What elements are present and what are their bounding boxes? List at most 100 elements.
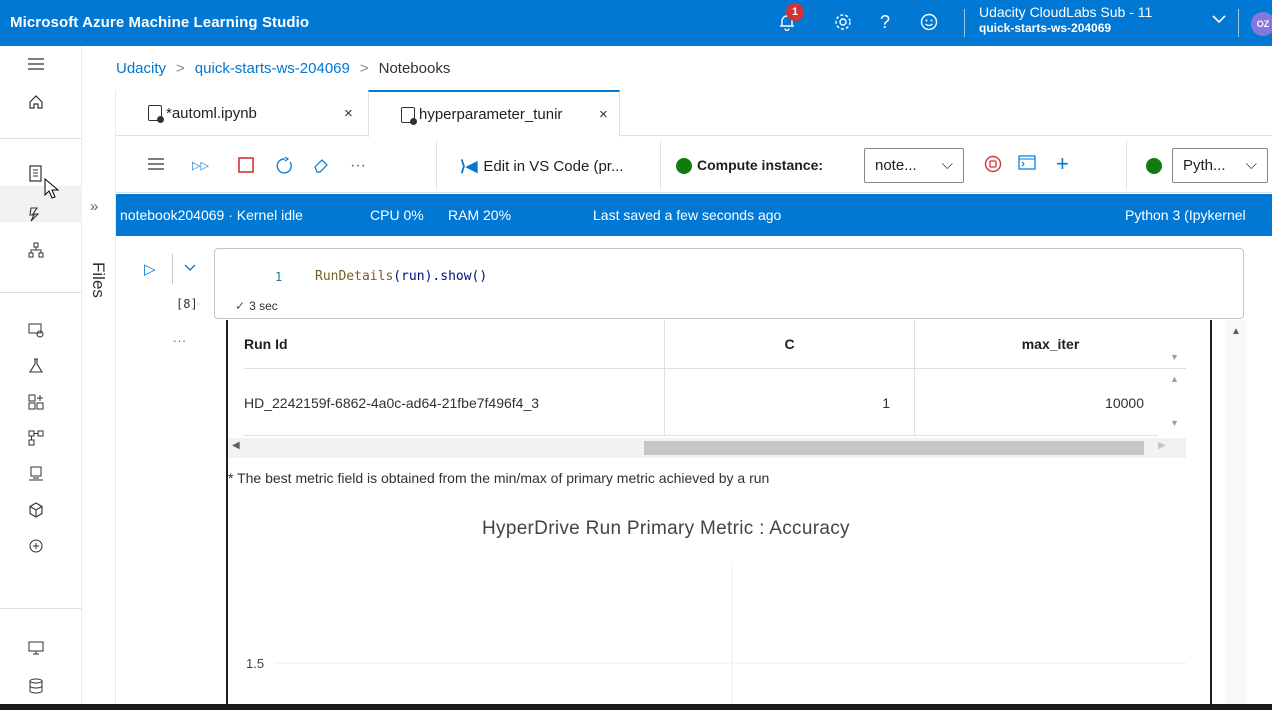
column-divider — [914, 320, 915, 436]
files-panel-label[interactable]: Files — [88, 262, 108, 298]
topbar-divider — [964, 9, 965, 37]
stop-compute-icon[interactable] — [984, 155, 1002, 178]
avatar[interactable]: OZ — [1251, 12, 1272, 36]
nav-divider — [0, 292, 82, 293]
stop-icon[interactable] — [238, 157, 254, 178]
compute-cube-icon[interactable] — [26, 500, 46, 520]
notebooks-icon[interactable] — [26, 164, 46, 184]
chart-title: HyperDrive Run Primary Metric : Accuracy — [482, 518, 850, 539]
compute-instance-label: Compute instance: — [676, 157, 823, 175]
output-vertical-scrollbar[interactable]: ▲ — [1226, 320, 1246, 710]
execution-time: ✓ 3 sec — [235, 299, 278, 313]
edit-in-vscode-button[interactable]: ⟩◀ Edit in VS Code (pr... — [460, 157, 623, 175]
breadcrumb-item-workspace[interactable]: quick-starts-ws-204069 — [195, 60, 350, 77]
best-metric-note: * The best metric field is obtained from… — [228, 470, 770, 486]
cell-control-divider — [172, 254, 173, 284]
more-options-icon[interactable]: ··· — [350, 157, 366, 175]
scroll-left-arrow-icon[interactable]: ◀ — [232, 440, 240, 451]
chevron-down-icon[interactable] — [1212, 11, 1226, 29]
chevron-down-icon: ⌵ — [941, 156, 953, 173]
home-icon[interactable] — [26, 92, 46, 112]
close-tab-icon[interactable]: × — [599, 106, 608, 123]
cpu-usage: CPU 0% — [370, 207, 424, 223]
table-cell-run-id[interactable]: HD_2242159f-6862-4a0c-ad64-21fbe7f496f4_… — [244, 370, 664, 436]
breadcrumb-item-notebooks: Notebooks — [378, 60, 451, 77]
output-more-icon[interactable]: ... — [173, 330, 187, 345]
kernel-dropdown[interactable]: Pyth... ⌵ — [1172, 148, 1268, 183]
app-title[interactable]: Microsoft Azure Machine Learning Studio — [10, 14, 309, 31]
restart-kernel-icon[interactable] — [276, 156, 294, 180]
scroll-up-arrow-icon[interactable]: ▲ — [1170, 374, 1179, 384]
designer-icon[interactable] — [26, 240, 46, 260]
help-icon[interactable]: ? — [874, 11, 896, 33]
table-horizontal-scrollbar[interactable]: ◀ ▶ — [228, 438, 1186, 458]
execution-count: [8] — [176, 297, 198, 311]
datastores-icon[interactable] — [26, 676, 46, 696]
breadcrumb-item-udacity[interactable]: Udacity — [116, 60, 166, 77]
notebook-tabs: *automl.ipynb × hyperparameter_tunir × — [116, 90, 1272, 137]
compute-instance-dropdown[interactable]: note... ⌵ — [864, 148, 964, 183]
kernel-dropdown-value: Pyth... — [1183, 157, 1226, 174]
breadcrumb-separator: > — [176, 60, 185, 77]
datasets-icon[interactable] — [26, 320, 46, 340]
outline-menu-icon[interactable] — [148, 157, 164, 176]
checkmark-icon: ✓ — [235, 299, 246, 313]
endpoints-icon[interactable] — [26, 464, 46, 484]
automated-ml-icon[interactable] — [26, 204, 46, 224]
linked-services-icon[interactable] — [26, 536, 46, 556]
nav-divider — [0, 608, 82, 609]
files-panel-collapsed — [82, 90, 116, 710]
vscode-icon: ⟩◀ — [460, 158, 478, 175]
hamburger-menu-icon[interactable] — [26, 54, 46, 74]
chevron-down-icon: ⌵ — [1245, 156, 1257, 173]
table-cell-max-iter: 10000 — [915, 370, 1158, 436]
code-cell-editor[interactable]: 1 RunDetails(run).show() ✓ 3 sec — [214, 248, 1244, 319]
tab-hyperparameter-tuning[interactable]: hyperparameter_tunir × — [368, 90, 620, 137]
tab-automl[interactable]: *automl.ipynb × — [148, 90, 368, 136]
top-bar: Microsoft Azure Machine Learning Studio … — [0, 0, 1272, 46]
feedback-smiley-icon[interactable] — [918, 11, 940, 33]
notebook-file-icon — [401, 106, 417, 125]
scroll-right-arrow-icon[interactable]: ▶ — [1158, 440, 1166, 451]
pipelines-icon[interactable] — [26, 392, 46, 412]
topbar-divider — [1238, 9, 1239, 37]
mouse-cursor-icon — [44, 178, 60, 199]
close-tab-icon[interactable]: × — [344, 105, 353, 122]
line-number: 1 — [275, 270, 283, 284]
tab-label: *automl.ipynb — [166, 104, 257, 122]
chart-y-tick-label: 1.5 — [246, 656, 264, 671]
table-cell-c: 1 — [665, 370, 914, 436]
experiments-flask-icon[interactable] — [26, 356, 46, 376]
kernel-status-bar: notebook204069 · Kernel idle CPU 0% RAM … — [116, 194, 1272, 236]
collapse-cell-chevron-icon[interactable] — [184, 260, 196, 275]
scroll-down-arrow-icon[interactable]: ▼ — [1170, 418, 1179, 428]
compute-monitor-icon[interactable] — [26, 638, 46, 658]
models-icon[interactable] — [26, 428, 46, 448]
compute-dropdown-value: note... — [875, 157, 917, 174]
run-cell-icon[interactable]: ▷ — [144, 260, 156, 278]
scroll-up-arrow-icon[interactable]: ▲ — [1231, 326, 1241, 337]
add-compute-plus-icon[interactable]: + — [1056, 151, 1069, 177]
notebook-file-icon — [148, 105, 164, 123]
terminal-icon[interactable] — [1018, 155, 1036, 176]
notification-badge: 1 — [786, 3, 804, 21]
code-line[interactable]: RunDetails(run).show() — [315, 269, 487, 284]
kernel-runtime[interactable]: Python 3 (Ipykernel — [1125, 207, 1246, 223]
toolbar-divider — [660, 141, 661, 189]
taskbar-edge — [0, 704, 1272, 710]
account-switcher[interactable]: Udacity CloudLabs Sub - 11 quick-starts-… — [979, 4, 1152, 36]
scrollbar-thumb[interactable] — [644, 441, 1144, 455]
compute-status-dot — [676, 158, 692, 175]
expand-files-icon[interactable]: » — [90, 198, 98, 215]
nav-divider — [0, 138, 82, 139]
table-header-run-id[interactable]: Run Id — [244, 320, 664, 369]
toolbar-divider — [436, 141, 437, 189]
clear-outputs-eraser-icon[interactable] — [312, 157, 330, 178]
scroll-down-arrow-icon[interactable]: ▼ — [1170, 352, 1179, 362]
run-all-icon[interactable]: ▷▷ — [192, 159, 209, 172]
run-details-table: Run Id C max_iter HD_2242159f-6862-4a0c-… — [228, 320, 1186, 438]
table-header-c[interactable]: C — [665, 320, 914, 369]
ram-usage: RAM 20% — [448, 207, 512, 223]
table-header-max-iter[interactable]: max_iter — [915, 320, 1186, 369]
settings-gear-icon[interactable] — [832, 11, 854, 33]
